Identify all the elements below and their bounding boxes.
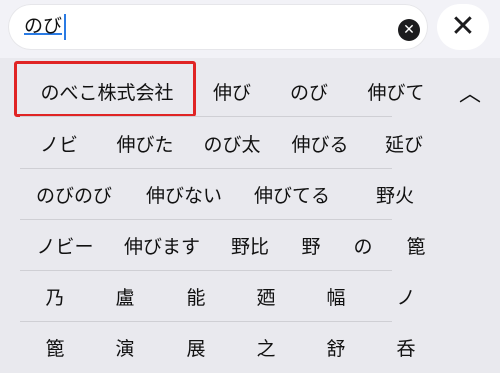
candidate-item[interactable]: のべこ株式会社 bbox=[40, 66, 173, 117]
candidate-item[interactable]: 伸びる bbox=[291, 118, 348, 169]
candidate-item[interactable]: 之 bbox=[256, 322, 275, 373]
candidate-item[interactable]: の bbox=[353, 220, 372, 271]
candidate-item[interactable]: 延び bbox=[385, 118, 423, 169]
candidate-item[interactable]: 伸び bbox=[213, 66, 251, 117]
candidate-row: のびのび 伸びない 伸びてる 野火 bbox=[0, 169, 500, 220]
search-input[interactable]: のび ✕ bbox=[8, 4, 428, 50]
candidate-item[interactable]: 伸びてる bbox=[254, 169, 330, 220]
candidate-item[interactable]: ノ bbox=[396, 271, 415, 322]
candidate-item[interactable]: 野火 bbox=[376, 169, 414, 220]
candidate-item[interactable]: 野比 bbox=[231, 220, 269, 271]
candidate-item[interactable]: ノビ bbox=[40, 118, 78, 169]
candidate-row: 篦 演 展 之 舒 呑 bbox=[0, 322, 500, 373]
candidate-item[interactable]: 篦 bbox=[406, 220, 425, 271]
candidate-row: ノビー 伸びます 野比 野 の 篦 bbox=[0, 220, 500, 271]
candidate-item[interactable]: 呑 bbox=[396, 322, 415, 373]
close-icon[interactable]: ✕ bbox=[437, 4, 489, 50]
candidate-row: のべこ株式会社 伸び のび 伸びて ︿ bbox=[0, 66, 500, 117]
candidate-row: ノビ 伸びた のび太 伸びる 延び bbox=[0, 118, 500, 169]
candidate-item[interactable]: 盧 bbox=[115, 271, 134, 322]
search-input-text: のび bbox=[24, 15, 63, 37]
candidate-item[interactable]: 乃 bbox=[45, 271, 64, 322]
candidate-item[interactable]: 篦 bbox=[45, 322, 64, 373]
candidate-item[interactable]: 伸びない bbox=[146, 169, 222, 220]
text-cursor bbox=[64, 14, 66, 40]
candidate-item[interactable]: 伸びます bbox=[124, 220, 200, 271]
collapse-candidates-button[interactable]: ︿ bbox=[452, 66, 488, 117]
candidate-item[interactable]: 伸びた bbox=[116, 118, 173, 169]
candidate-item[interactable]: ノビー bbox=[36, 220, 93, 271]
search-bar: のび ✕ ✕ bbox=[0, 0, 500, 58]
clear-text-icon[interactable]: ✕ bbox=[398, 19, 420, 41]
candidate-item[interactable]: のび太 bbox=[203, 118, 260, 169]
candidate-panel: のべこ株式会社 伸び のび 伸びて ︿ ノビ 伸びた のび太 伸びる 延び のび… bbox=[0, 58, 500, 373]
candidate-item[interactable]: 伸びて bbox=[367, 66, 424, 117]
candidate-item[interactable]: 展 bbox=[186, 322, 205, 373]
candidate-item[interactable]: 幅 bbox=[326, 271, 345, 322]
candidate-row: 乃 盧 能 廼 幅 ノ bbox=[0, 271, 500, 322]
candidate-item[interactable]: 廼 bbox=[256, 271, 275, 322]
candidate-item[interactable]: 舒 bbox=[326, 322, 345, 373]
candidate-item[interactable]: 野 bbox=[301, 220, 320, 271]
candidate-item[interactable]: 演 bbox=[115, 322, 134, 373]
candidate-item[interactable]: のびのび bbox=[36, 169, 112, 220]
candidate-item[interactable]: 能 bbox=[186, 271, 205, 322]
candidate-item[interactable]: のび bbox=[290, 66, 328, 117]
